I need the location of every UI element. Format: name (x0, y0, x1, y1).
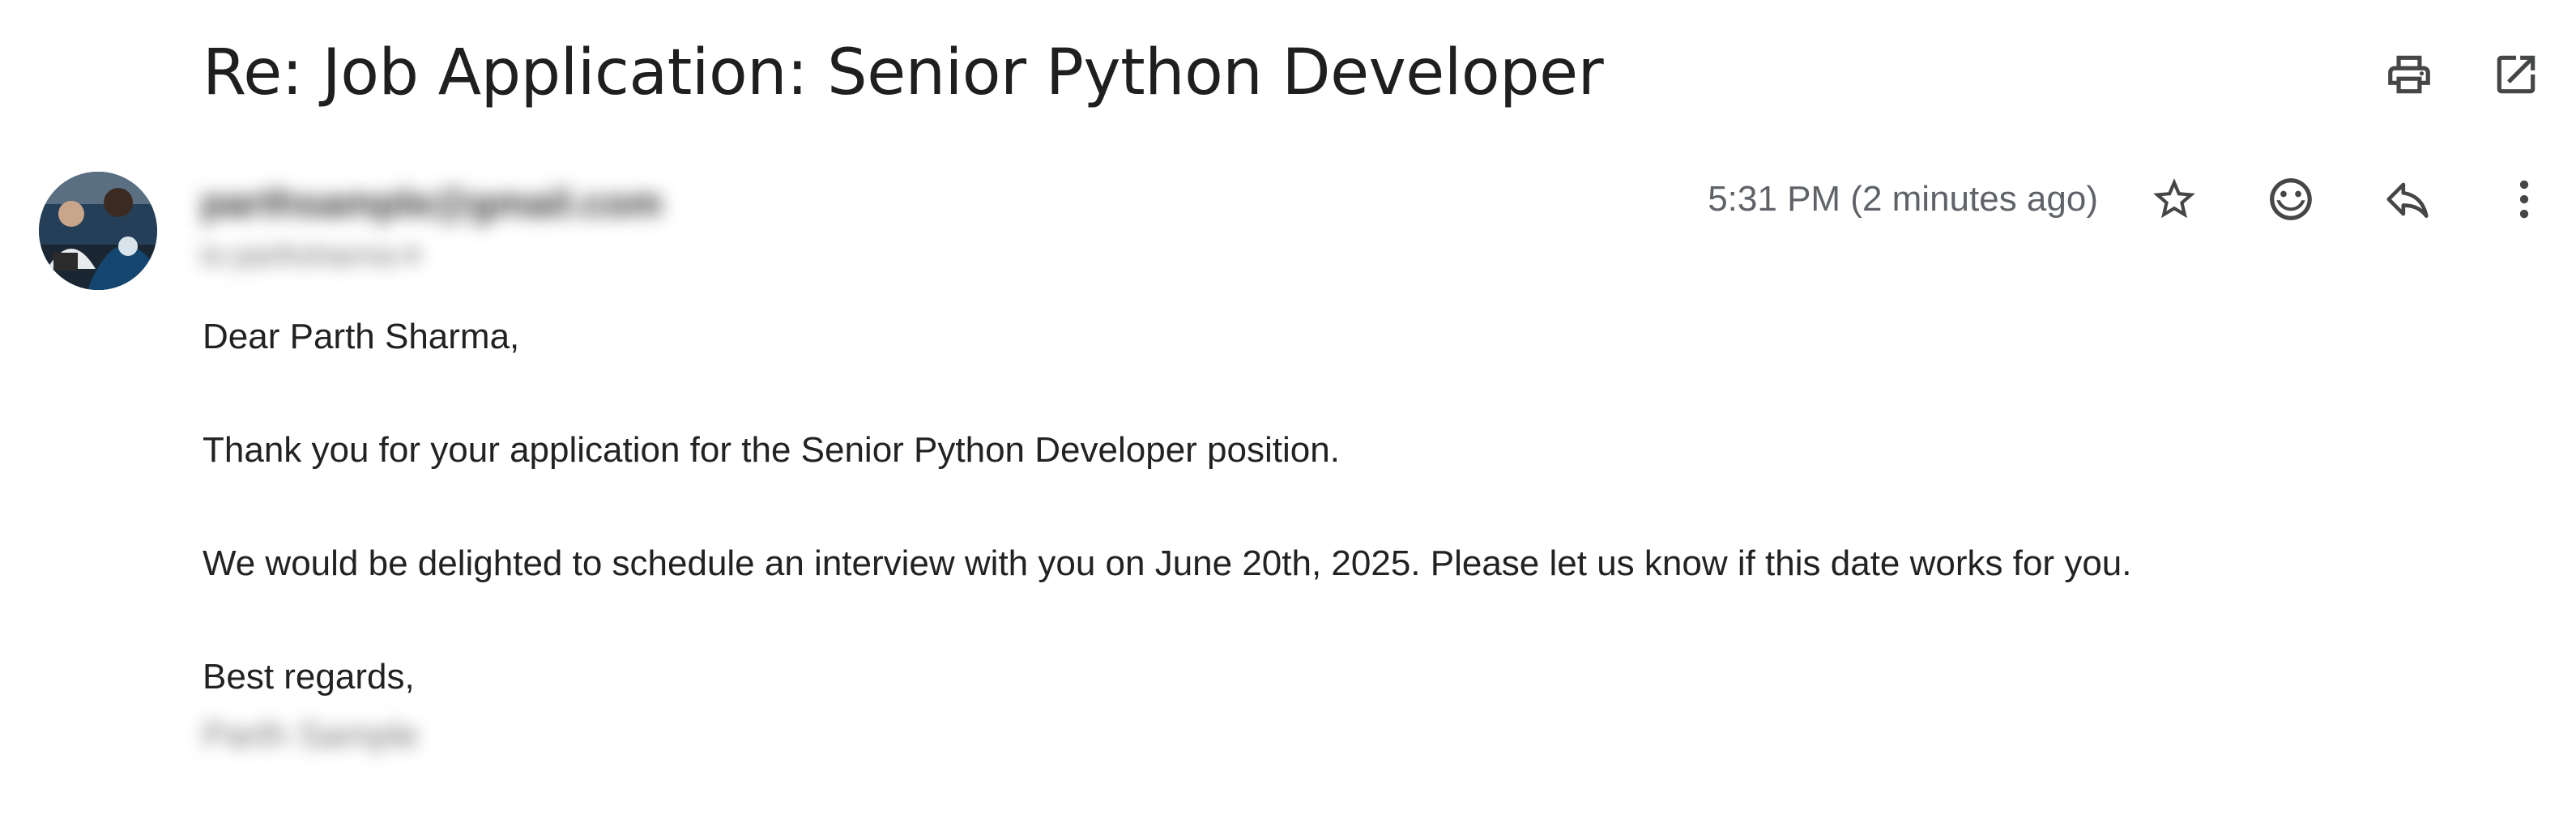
reply-icon[interactable] (2375, 167, 2440, 232)
body-paragraph: Thank you for your application for the S… (203, 430, 1340, 470)
star-icon[interactable] (2142, 167, 2207, 232)
emoji-icon[interactable] (2258, 167, 2323, 232)
sender-email[interactable]: parthsample@gmail.com (201, 181, 663, 226)
message-meta: 5:31 PM (2 minutes ago) (1708, 167, 2557, 232)
open-in-new-icon[interactable] (2484, 42, 2548, 107)
email-body: Dear Parth Sharma, Thank you for your ap… (203, 314, 2131, 758)
recipient-line[interactable]: to parthsharma ▾ (201, 238, 420, 272)
email-subject: Re: Job Application: Senior Python Devel… (203, 36, 1604, 109)
closing: Best regards, (203, 657, 415, 697)
print-icon[interactable] (2377, 42, 2442, 107)
timestamp: 5:31 PM (2 minutes ago) (1708, 179, 2098, 219)
sender-avatar[interactable] (39, 172, 157, 290)
body-paragraph: We would be delighted to schedule an int… (203, 543, 2132, 583)
signature: Parth Sample (203, 715, 419, 755)
more-vert-icon[interactable] (2492, 167, 2557, 232)
email-view: Re: Job Application: Senior Python Devel… (0, 0, 2576, 831)
thread-actions (2377, 42, 2548, 107)
greeting: Dear Parth Sharma, (203, 317, 520, 356)
sender-info: parthsample@gmail.com to parthsharma ▾ (201, 173, 768, 287)
